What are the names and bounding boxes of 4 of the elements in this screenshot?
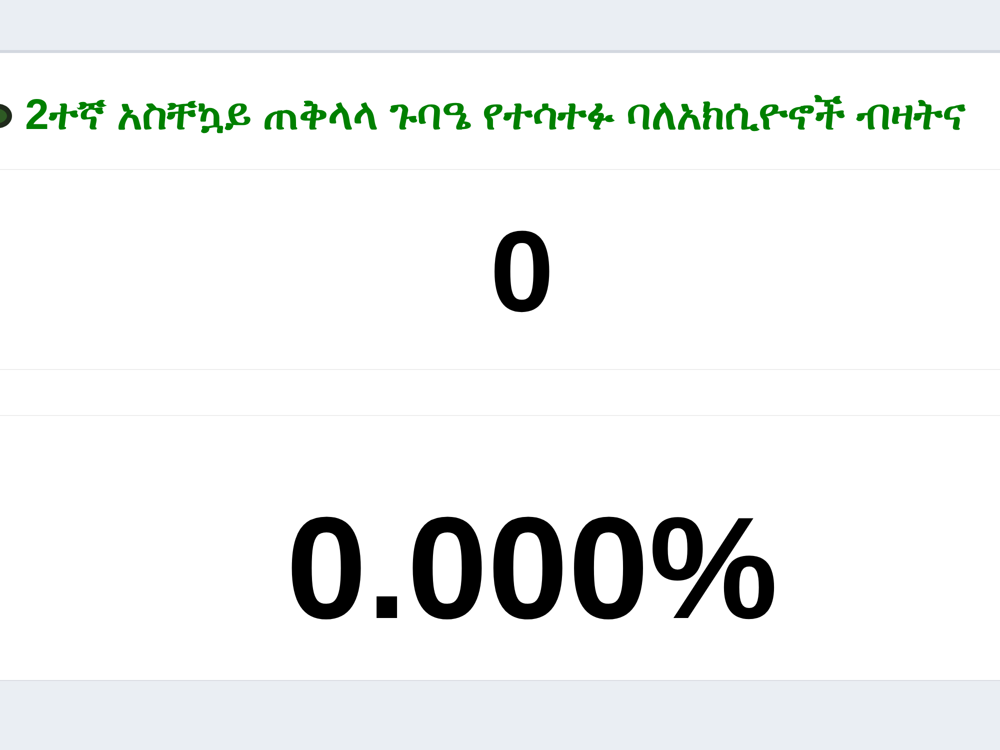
round-emblem-icon [0, 103, 12, 129]
count-value: 0 [490, 215, 554, 330]
page-heading: 2ተኛ አስቸኳይ ጠቅላላ ጉባዔ የተሳተፉ ባለአክሲዮኖች ብዛትና [25, 90, 966, 142]
percentage-value: 0.000% [286, 496, 778, 640]
